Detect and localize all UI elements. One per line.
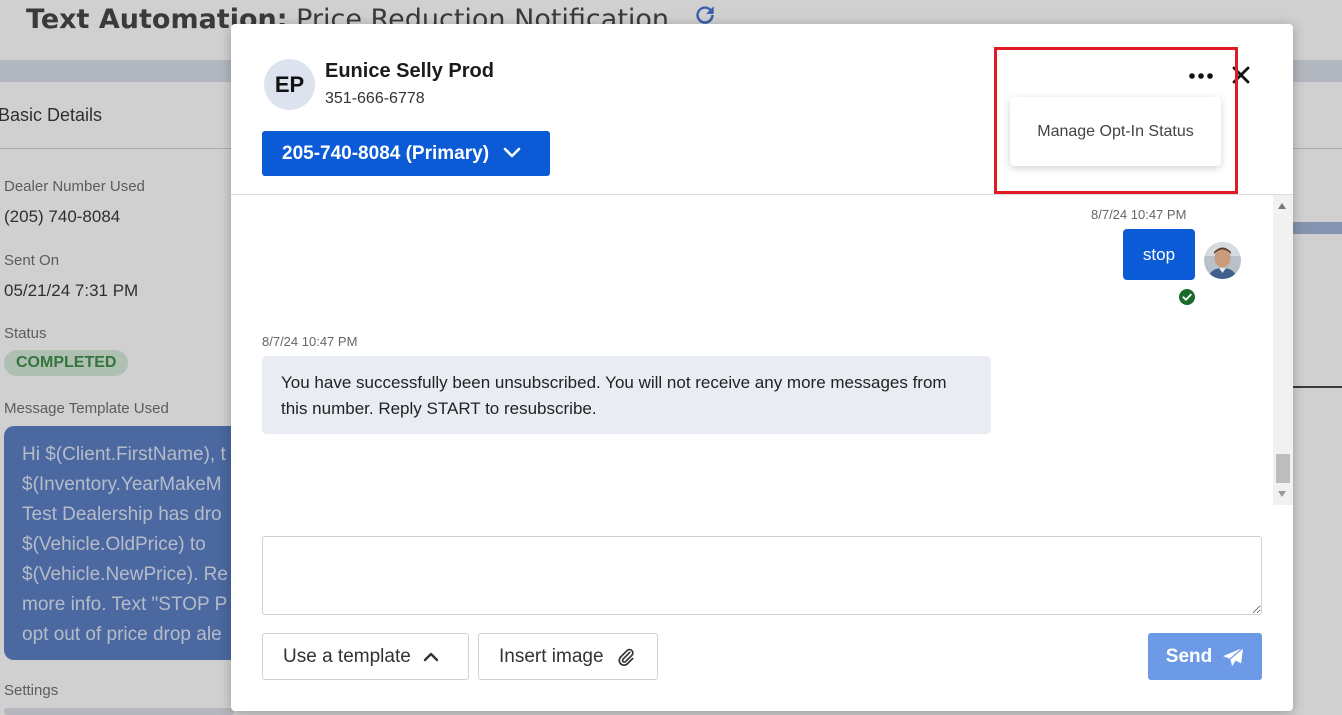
send-icon — [1222, 646, 1244, 667]
send-button[interactable]: Send — [1148, 633, 1262, 680]
incoming-message: You have successfully been unsubscribed.… — [262, 356, 991, 434]
user-avatar — [1204, 242, 1241, 279]
chevron-down-icon — [503, 143, 521, 165]
thread-scrollbar[interactable] — [1273, 195, 1293, 505]
send-label: Send — [1165, 645, 1213, 667]
chevron-up-icon — [423, 651, 439, 662]
contact-name: Eunice Selly Prod — [325, 60, 494, 82]
insert-image-label: Insert image — [499, 645, 604, 667]
dealer-number-select-label: 205-740-8084 (Primary) — [282, 142, 490, 164]
dealer-number-select[interactable]: 205-740-8084 (Primary) — [262, 131, 550, 176]
outgoing-timestamp: 8/7/24 10:47 PM — [1091, 207, 1187, 222]
contact-avatar: EP — [264, 59, 315, 110]
message-thread: 8/7/24 10:47 PM stop 8/7/24 10:47 PM You… — [231, 195, 1273, 505]
outgoing-message: stop — [1123, 229, 1195, 280]
check-circle-icon — [1179, 289, 1195, 305]
incoming-timestamp: 8/7/24 10:47 PM — [262, 334, 358, 349]
use-template-label: Use a template — [283, 645, 411, 667]
scroll-thumb[interactable] — [1276, 454, 1290, 483]
contact-phone: 351-666-6778 — [325, 90, 425, 107]
scroll-up-arrow[interactable] — [1278, 203, 1286, 209]
paperclip-icon — [616, 647, 636, 667]
use-template-button[interactable]: Use a template — [262, 633, 469, 680]
message-input[interactable] — [262, 536, 1262, 615]
scroll-down-arrow[interactable] — [1278, 491, 1286, 497]
conversation-modal: EP Eunice Selly Prod 351-666-6778 205-74… — [231, 24, 1293, 711]
insert-image-button[interactable]: Insert image — [478, 633, 658, 680]
highlight-annotation — [994, 47, 1238, 194]
